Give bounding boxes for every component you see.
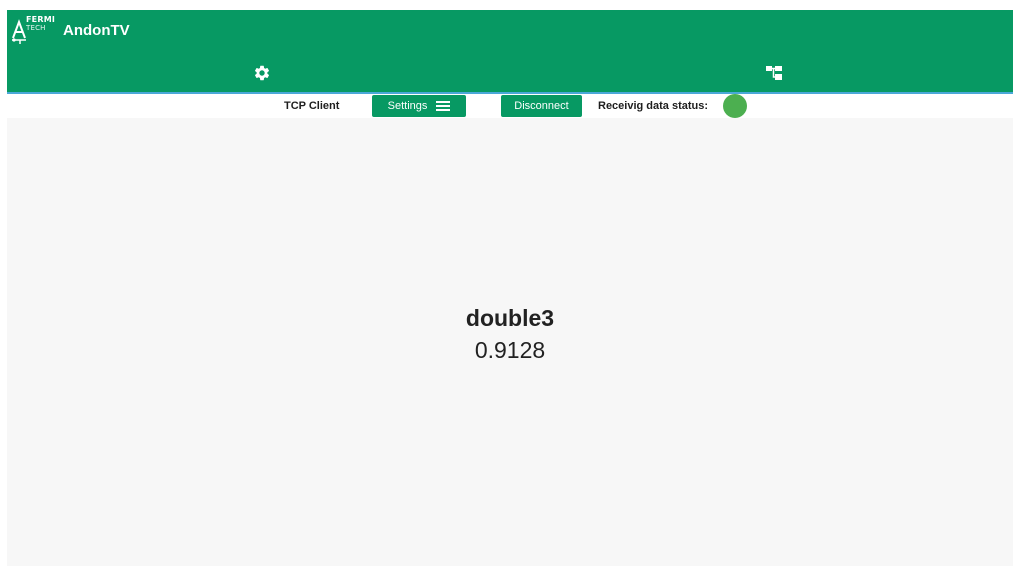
- app-title: AndonTV: [63, 22, 130, 39]
- app-window: FERMI TECH AndonTV TCP Client Settings D…: [7, 10, 1013, 566]
- menu-icon: [436, 100, 451, 112]
- logo-text-fermi: FERMI: [26, 15, 56, 24]
- variable-value: 0.9128: [474, 337, 546, 363]
- status-indicator: [723, 94, 747, 118]
- fermi-tech-logo: FERMI TECH: [10, 16, 56, 44]
- header-bar: FERMI TECH AndonTV: [7, 10, 1013, 94]
- disconnect-button[interactable]: Disconnect: [501, 95, 582, 117]
- receiving-status-label: Receivig data status:: [598, 100, 709, 112]
- toolbar: TCP Client Settings Disconnect Receivig …: [7, 94, 1013, 118]
- logo-text-tech: TECH: [26, 24, 46, 32]
- tree-structure-icon: [766, 66, 782, 80]
- gear-icon: [254, 65, 270, 81]
- variable-name: double3: [465, 305, 555, 331]
- connection-type-label: TCP Client: [284, 100, 340, 112]
- nav-structure-tab[interactable]: [765, 64, 783, 82]
- nav-settings-tab[interactable]: [253, 64, 271, 82]
- settings-button-label: Settings: [387, 100, 428, 112]
- settings-button[interactable]: Settings: [372, 95, 466, 117]
- main-content: double3 0.9128: [7, 118, 1013, 566]
